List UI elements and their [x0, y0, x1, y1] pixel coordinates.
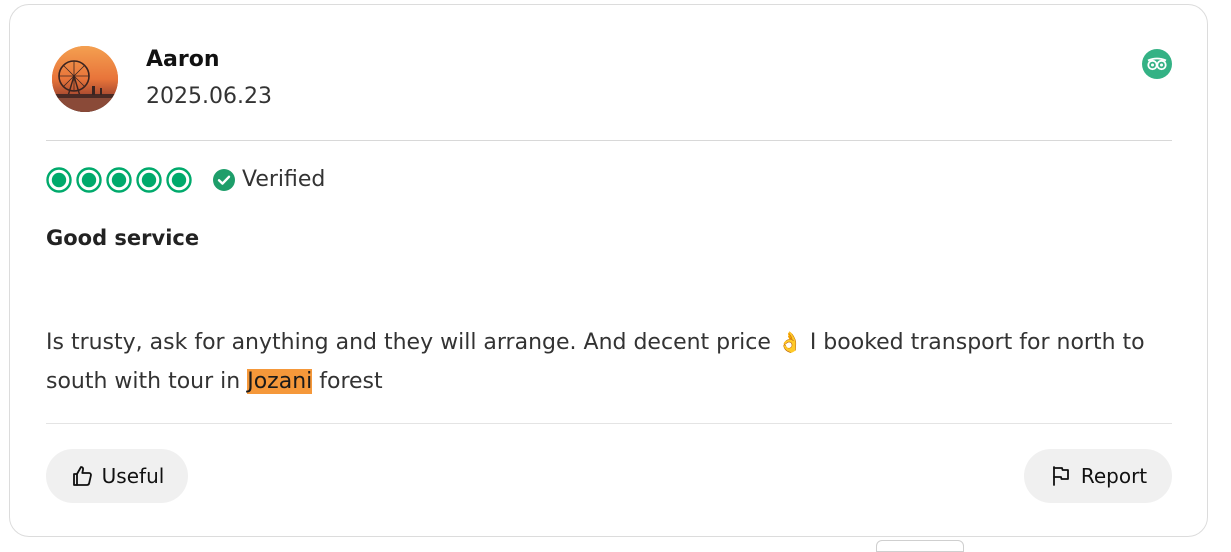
highlighted-word: Jozani: [247, 369, 313, 394]
review-body: Is trusty, ask for anything and they wil…: [46, 323, 1156, 401]
review-title: Good service: [46, 226, 200, 250]
ok-hand-emoji: 👌: [777, 330, 803, 354]
useful-button[interactable]: Useful: [46, 449, 188, 503]
verified-badge: Verified: [213, 167, 325, 192]
report-label: Report: [1080, 464, 1148, 488]
thumbs-up-icon: [72, 466, 92, 486]
review-card: Aaron 2025.06.23 Verified Good service I…: [9, 4, 1208, 537]
footer-divider: [46, 423, 1172, 424]
review-body-part1: Is trusty, ask for anything and they wil…: [46, 330, 778, 355]
rating-bubbles: [46, 166, 196, 194]
rating-bubble-3: [106, 167, 132, 193]
header-divider: [46, 140, 1172, 141]
rating-bubble-2: [76, 167, 102, 193]
rating-bubble-1: [46, 167, 72, 193]
rating-bubble-5: [166, 167, 192, 193]
tripadvisor-owl-icon: [1142, 49, 1172, 79]
verified-label: Verified: [242, 167, 326, 192]
next-card-edge: [876, 540, 964, 552]
review-date: 2025.06.23: [146, 84, 272, 109]
check-circle-icon: [213, 168, 235, 191]
review-body-part3: forest: [312, 369, 383, 394]
author-name[interactable]: Aaron: [146, 47, 220, 72]
avatar[interactable]: [52, 46, 118, 112]
useful-label: Useful: [101, 464, 165, 488]
report-button[interactable]: Report: [1024, 449, 1172, 503]
flag-icon: [1052, 466, 1069, 486]
rating-bubble-4: [136, 167, 162, 193]
